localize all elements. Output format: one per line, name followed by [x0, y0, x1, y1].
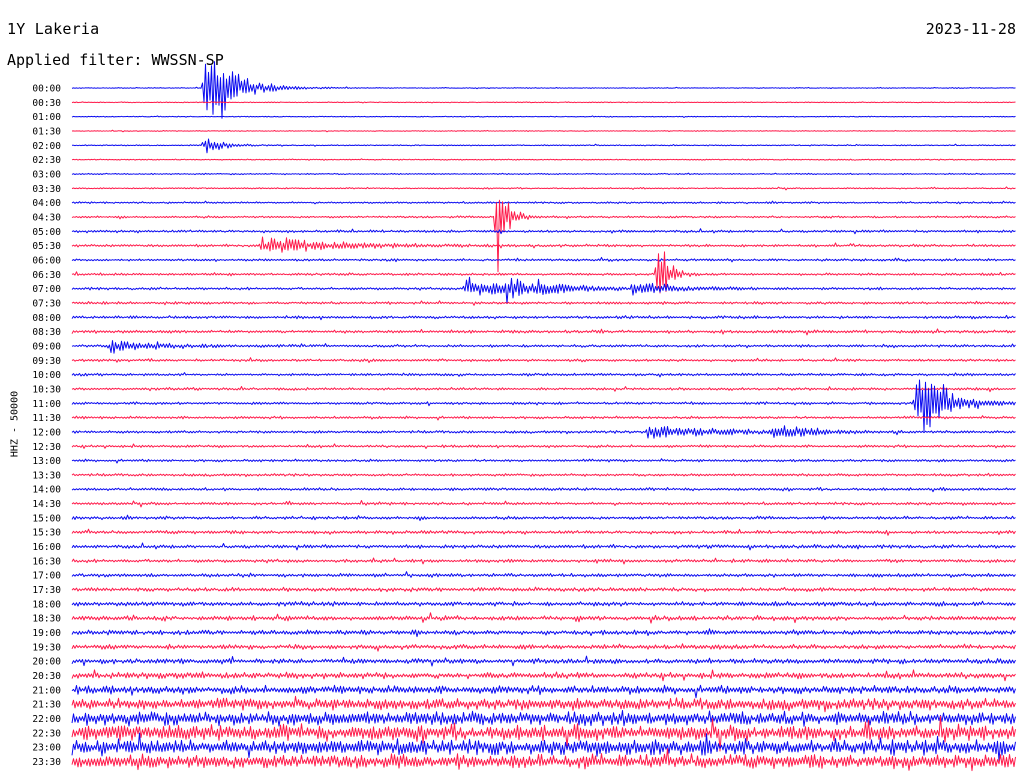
trace-line: [71, 528, 1016, 536]
row-label: 20:00: [32, 657, 61, 668]
row-label: 13:00: [32, 456, 61, 467]
row-label: 11:00: [32, 399, 61, 410]
row-label: 19:30: [32, 642, 61, 653]
row-label: 17:30: [32, 585, 61, 596]
row-label: 03:00: [32, 169, 61, 180]
row-label: 06:30: [32, 270, 61, 281]
trace-line: [71, 138, 1016, 154]
row-label: 09:30: [32, 356, 61, 367]
row-label: 21:30: [32, 700, 61, 711]
trace-line: [71, 586, 1016, 593]
row-label: 05:30: [32, 241, 61, 252]
trace-line: [71, 415, 1016, 421]
row-label: 02:30: [32, 155, 61, 166]
row-label: 18:00: [32, 599, 61, 610]
trace-line: [71, 158, 1016, 161]
trace-line: [71, 379, 1016, 432]
trace-line: [71, 542, 1016, 551]
trace-line: [71, 612, 1016, 624]
trace-line: [71, 172, 1016, 176]
row-label: 14:30: [32, 499, 61, 510]
row-label: 23:00: [32, 743, 61, 754]
trace-line: [71, 514, 1016, 522]
row-labels: 00:00 00:30 01:00 01:30 02:00 02:30 03:00 03:30…: [32, 84, 61, 769]
trace-line: [71, 129, 1016, 133]
row-label: 00:30: [32, 98, 61, 109]
trace-line: [71, 600, 1016, 607]
row-label: 05:00: [32, 227, 61, 238]
trace-line: [71, 328, 1016, 336]
trace-line: [71, 314, 1016, 321]
row-label: 16:00: [32, 542, 61, 553]
trace-line: [71, 710, 1016, 727]
trace-line: [71, 372, 1016, 378]
row-label: 10:00: [32, 370, 61, 381]
row-label: 07:30: [32, 298, 61, 309]
row-label: 15:30: [32, 528, 61, 539]
trace-line: [71, 200, 1016, 205]
trace-line: [71, 228, 1016, 235]
trace-line: [71, 655, 1016, 667]
row-label: 18:30: [32, 614, 61, 625]
row-label: 08:30: [32, 327, 61, 338]
row-label: 08:00: [32, 313, 61, 324]
row-label: 19:00: [32, 628, 61, 639]
row-label: 15:00: [32, 513, 61, 524]
trace-line: [71, 425, 1016, 439]
row-label: 10:30: [32, 384, 61, 395]
traces: [71, 61, 1016, 772]
trace-line: [71, 472, 1016, 478]
trace-line: [71, 571, 1016, 578]
trace-line: [71, 236, 1016, 253]
row-label: 11:30: [32, 413, 61, 424]
trace-line: [71, 500, 1016, 508]
row-label: 22:00: [32, 714, 61, 725]
trace-line: [71, 357, 1016, 364]
trace-line: [71, 684, 1016, 699]
row-label: 21:00: [32, 685, 61, 696]
row-label: 02:00: [32, 141, 61, 152]
trace-line: [71, 486, 1016, 493]
trace-line: [71, 669, 1016, 682]
row-label: 01:30: [32, 126, 61, 137]
trace-line: [71, 695, 1016, 713]
row-label: 07:00: [32, 284, 61, 295]
trace-line: [71, 61, 1016, 119]
row-label: 04:00: [32, 198, 61, 209]
row-label: 20:30: [32, 671, 61, 682]
trace-line: [71, 300, 1016, 306]
trace-line: [71, 186, 1016, 191]
row-label: 14:00: [32, 485, 61, 496]
row-label: 16:30: [32, 556, 61, 567]
trace-line: [71, 458, 1016, 464]
trace-line: [71, 115, 1016, 118]
trace-line: [71, 628, 1016, 638]
row-label: 12:30: [32, 442, 61, 453]
row-label: 01:00: [32, 112, 61, 123]
row-label: 00:00: [32, 84, 61, 95]
trace-line: [71, 557, 1016, 565]
trace-line: [71, 386, 1016, 393]
row-label: 23:30: [32, 757, 61, 768]
row-label: 04:30: [32, 212, 61, 223]
row-label: 03:30: [32, 184, 61, 195]
row-label: 12:00: [32, 427, 61, 438]
row-label: 22:30: [32, 728, 61, 739]
trace-line: [71, 199, 1016, 273]
trace-line: [71, 340, 1016, 354]
trace-line: [71, 748, 1016, 772]
trace-line: [71, 276, 1016, 304]
row-label: 17:00: [32, 571, 61, 582]
trace-line: [71, 256, 1016, 263]
helicorder-plot: 00:00 00:30 01:00 01:30 02:00 02:30 03:00 03:30…: [32, 61, 1016, 772]
row-label: 09:00: [32, 341, 61, 352]
row-label: 13:30: [32, 470, 61, 481]
trace-line: [71, 643, 1016, 652]
row-label: 06:00: [32, 255, 61, 266]
trace-line: [71, 443, 1016, 449]
trace-line: [71, 101, 1016, 104]
